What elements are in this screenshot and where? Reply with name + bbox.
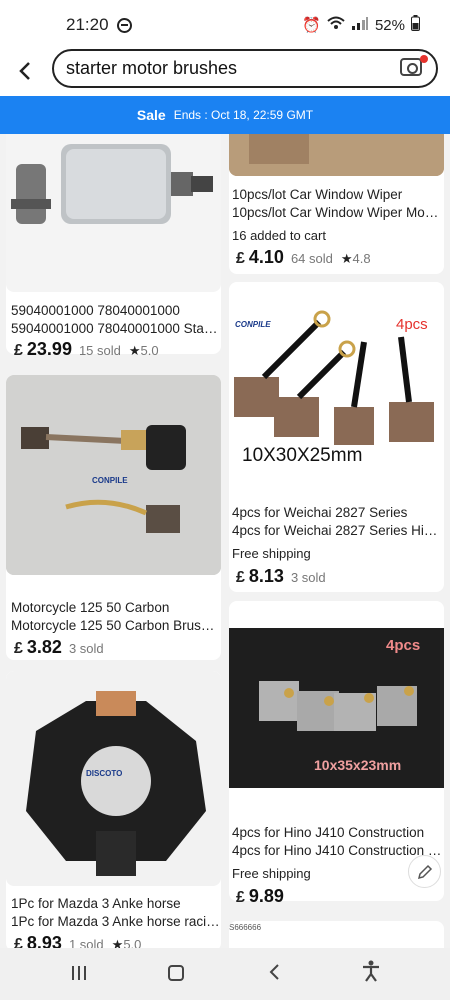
recents-icon[interactable] <box>49 961 109 987</box>
status-bar: 21:20 ⏰ 52% <box>0 0 450 50</box>
product-title[interactable]: 10pcs/lot Car Window Wiper Motor Engine … <box>232 204 442 222</box>
sold-count: 15 sold <box>78 343 121 358</box>
product-grid: 59040001000 78040001000 59040001000 7804… <box>0 134 450 948</box>
dnd-icon <box>116 17 132 33</box>
shop-label: S666666 <box>229 923 262 932</box>
image-quantity-label: 4pcs <box>396 316 428 333</box>
product-image <box>229 134 444 176</box>
product-price-row: £ 9.89 <box>236 886 284 906</box>
shipping-label: Free shipping <box>232 866 311 881</box>
home-icon[interactable] <box>146 961 206 987</box>
product-image: CONPILE 4pcs 10X30X25mm <box>229 282 444 497</box>
product-title-line1: Motorcycle 125 50 Carbon <box>11 600 170 615</box>
shipping-label: Free shipping <box>232 546 311 561</box>
product-price: 3.82 <box>26 637 62 657</box>
product-title[interactable]: Motorcycle 125 50 Carbon Brush for KYMCO… <box>11 617 221 635</box>
product-title-line1: 10pcs/lot Car Window Wiper <box>232 187 403 202</box>
product-title[interactable]: 1Pc for Mazda 3 Anke horse racing 2 Jinx… <box>11 913 221 931</box>
wifi-icon <box>327 16 345 34</box>
product-price-row: £ 3.82 3 sold <box>14 637 104 657</box>
camera-search-icon[interactable] <box>400 58 422 76</box>
product-title[interactable]: 4pcs for Hino J410 Construction Machiner… <box>232 842 442 860</box>
battery-icon <box>411 15 420 35</box>
product-title-line1: 4pcs for Hino J410 Construction <box>232 825 425 840</box>
product-title[interactable]: 4pcs for Weichai 2827 Series High Qualit… <box>232 522 442 540</box>
product-price-row: £ 23.99 15 sold ★5.0 <box>14 339 159 359</box>
rating: 5.0 <box>140 343 159 358</box>
sale-ends: Ends : Oct 18, 22:59 GMT <box>173 108 314 122</box>
product-image: CONPILE <box>6 375 221 575</box>
rating: 5.0 <box>123 937 142 948</box>
battery-level: 52% <box>374 16 405 34</box>
sold-count: 1 sold <box>68 937 104 948</box>
sale-label: Sale <box>136 107 166 123</box>
product-image <box>6 134 221 292</box>
star-icon: ★ <box>111 937 124 948</box>
product-card[interactable]: S666666 <box>229 921 444 948</box>
brand-watermark: CONPILE <box>92 476 128 485</box>
signal-icon <box>351 16 369 34</box>
product-title-line1: 4pcs for Weichai 2827 Series <box>232 505 408 520</box>
product-price-row: £ 8.93 1 sold ★5.0 <box>14 933 141 948</box>
product-title-line1: 1Pc for Mazda 3 Anke horse <box>11 896 181 911</box>
product-price: 23.99 <box>26 339 72 359</box>
sale-banner[interactable]: Sale Ends : Oct 18, 22:59 GMT <box>0 96 450 134</box>
added-to-cart: 16 added to cart <box>232 228 326 243</box>
product-price: 8.93 <box>26 933 62 948</box>
image-size-label: 10X30X25mm <box>242 445 363 466</box>
brand-watermark: CONPILE <box>235 320 271 329</box>
sold-count: 3 sold <box>68 641 104 656</box>
back-icon[interactable] <box>244 961 304 987</box>
star-icon: ★ <box>128 343 141 358</box>
search-query: starter motor brushes <box>66 58 238 78</box>
sold-count: 64 sold <box>290 251 333 266</box>
search-input[interactable]: starter motor brushes <box>52 49 438 88</box>
product-price-row: £ 8.13 3 sold <box>236 566 326 586</box>
alarm-icon: ⏰ <box>302 17 321 34</box>
accessibility-icon[interactable] <box>341 960 401 988</box>
image-size-label: 10x35x23mm <box>314 757 402 773</box>
image-quantity-label: 4pcs <box>386 637 421 654</box>
product-title-line1: 59040001000 78040001000 <box>11 303 180 318</box>
edit-icon[interactable] <box>408 855 441 888</box>
product-image: DISCOTO <box>6 671 221 886</box>
product-price-row: £ 4.10 64 sold ★4.8 <box>236 247 371 267</box>
product-price: 4.10 <box>248 247 284 267</box>
product-image: 4pcs 10x35x23mm <box>229 601 444 816</box>
rating: 4.8 <box>352 251 371 266</box>
sold-count: 3 sold <box>290 570 326 585</box>
product-price: 8.13 <box>248 566 284 586</box>
product-title[interactable]: 59040001000 78040001000 Starter Motor Fo… <box>11 320 221 338</box>
back-arrow-icon[interactable] <box>0 59 50 85</box>
search-header: starter motor brushes <box>0 48 450 96</box>
star-icon: ★ <box>340 251 353 266</box>
status-time: 21:20 <box>66 15 109 34</box>
brand-watermark: DISCOTO <box>86 769 123 778</box>
product-price: 9.89 <box>248 886 284 906</box>
notification-dot <box>420 55 428 63</box>
system-nav-bar <box>0 948 450 1000</box>
